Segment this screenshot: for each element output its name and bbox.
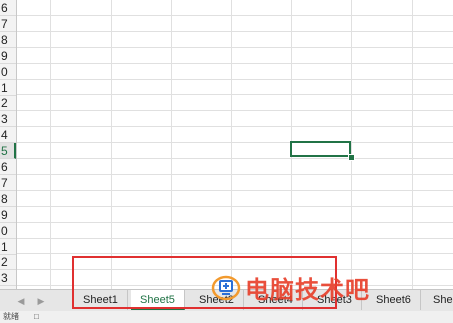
gridline-horizontal [17, 221, 453, 223]
row-number[interactable]: 9 [0, 207, 16, 223]
gridline-horizontal [17, 30, 453, 32]
gridline-vertical [351, 0, 352, 289]
row-number[interactable]: 3 [0, 111, 16, 128]
row-number[interactable]: 6 [0, 0, 16, 16]
scroll-right-icon[interactable]: ▶ [34, 294, 48, 308]
row-number[interactable]: 7 [0, 16, 16, 32]
row-number[interactable]: 0 [0, 223, 16, 239]
gridline-horizontal [17, 110, 453, 112]
gridline-horizontal [17, 142, 453, 144]
gridline-horizontal [17, 237, 453, 239]
selected-cell[interactable] [290, 141, 351, 157]
gridline-horizontal [17, 62, 453, 64]
row-number[interactable]: 7 [0, 175, 16, 191]
gridline-horizontal [17, 94, 453, 96]
scroll-left-icon[interactable]: ◀ [14, 294, 28, 308]
tab-sheet6[interactable]: Sheet6 [367, 290, 421, 310]
row-number[interactable]: 8 [0, 191, 16, 207]
row-number[interactable]: 6 [0, 159, 16, 175]
row-number[interactable]: 5 [0, 143, 16, 160]
status-ready-text: 就绪 [3, 312, 19, 321]
gridline-horizontal [17, 253, 453, 255]
row-number[interactable]: 1 [0, 239, 16, 255]
gridline-horizontal [17, 46, 453, 48]
gridline-vertical [231, 0, 232, 289]
status-indicator: □ [34, 312, 39, 321]
gridline-vertical [171, 0, 172, 289]
gridline-horizontal [17, 189, 453, 191]
row-number[interactable]: 0 [0, 64, 16, 80]
gridline-horizontal [17, 205, 453, 207]
gridline-horizontal [17, 158, 453, 159]
row-number[interactable]: 3 [0, 270, 16, 287]
gridline-horizontal [17, 14, 453, 16]
watermark-text: 电脑技术吧 [245, 276, 370, 304]
watermark: 电脑技术吧 [211, 272, 370, 304]
fill-handle[interactable] [348, 154, 355, 161]
spreadsheet-grid[interactable]: 678901234567890123 [0, 0, 453, 289]
row-number[interactable]: 4 [0, 127, 16, 144]
gridline-horizontal [17, 126, 453, 128]
tab-sheet1[interactable]: Sheet1 [74, 290, 128, 310]
row-number[interactable]: 8 [0, 32, 16, 48]
gridline-horizontal [17, 173, 453, 175]
tab-sheet-partial[interactable]: She [424, 290, 453, 310]
gridline-vertical [50, 0, 51, 289]
gridline-horizontal [17, 269, 453, 271]
gridline-horizontal [17, 78, 453, 80]
status-bar: 就绪 □ [0, 311, 453, 323]
gridline-vertical [412, 0, 413, 289]
row-number[interactable]: 2 [0, 95, 16, 112]
tab-sheet5[interactable]: Sheet5 [131, 290, 185, 310]
row-header-column: 678901234567890123 [0, 0, 17, 289]
row-number[interactable]: 2 [0, 254, 16, 271]
gridline-vertical [111, 0, 112, 289]
row-number[interactable]: 1 [0, 80, 16, 96]
row-number[interactable]: 9 [0, 48, 16, 64]
watermark-logo-icon [211, 272, 241, 302]
